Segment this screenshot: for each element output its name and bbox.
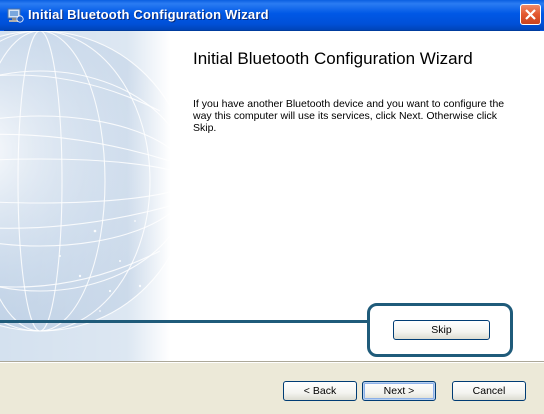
next-button[interactable]: Next > bbox=[362, 381, 436, 401]
wizard-side-image bbox=[0, 31, 170, 361]
back-button[interactable]: < Back bbox=[283, 381, 357, 401]
page-description: If you have another Bluetooth device and… bbox=[193, 98, 505, 134]
title-bar[interactable]: Initial Bluetooth Configuration Wizard bbox=[0, 0, 544, 31]
wizard-window: Initial Bluetooth Configuration Wizard I… bbox=[0, 0, 544, 414]
bluetooth-wizard-icon bbox=[6, 6, 24, 24]
window-title: Initial Bluetooth Configuration Wizard bbox=[28, 7, 269, 22]
skip-highlight-callout bbox=[367, 303, 513, 357]
page-title: Initial Bluetooth Configuration Wizard bbox=[193, 49, 473, 68]
close-icon bbox=[525, 9, 536, 20]
cancel-button[interactable]: Cancel bbox=[452, 381, 526, 401]
button-footer: < Back Next > Cancel bbox=[0, 363, 544, 414]
close-button[interactable] bbox=[520, 4, 541, 25]
callout-pointer-line bbox=[0, 320, 369, 323]
